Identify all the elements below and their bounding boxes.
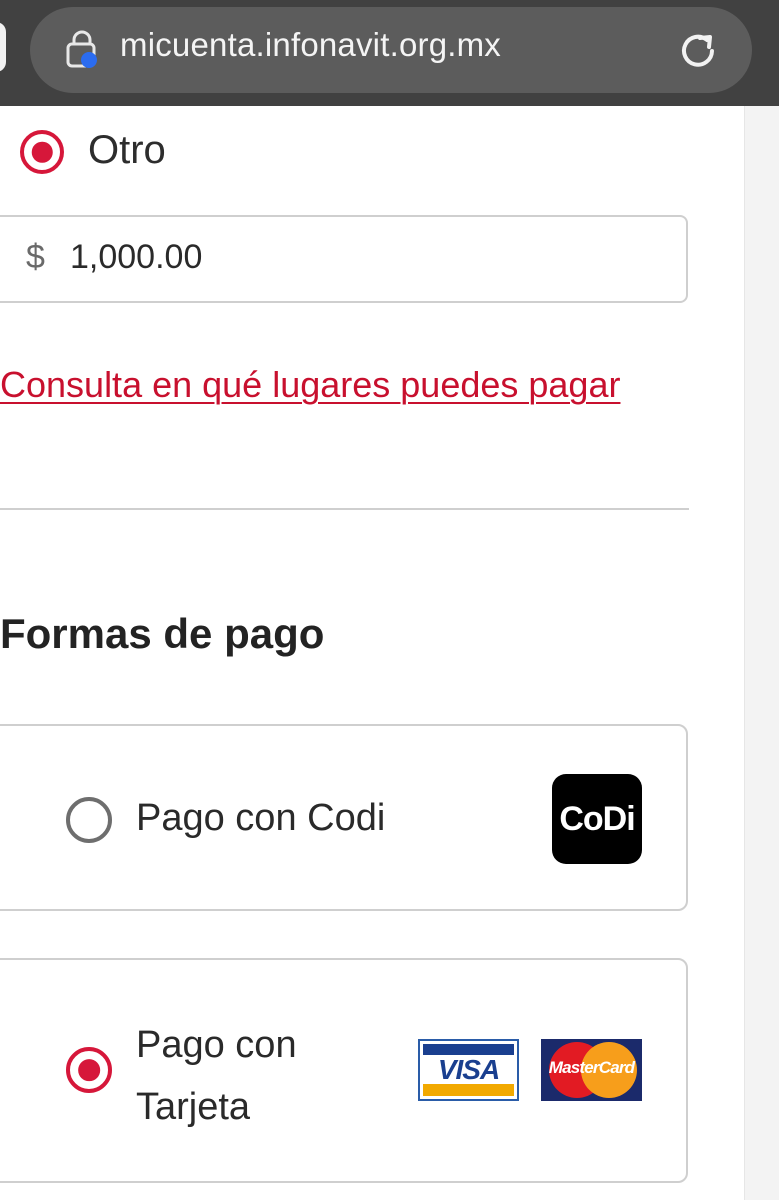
codi-option-label: Pago con Codi (136, 797, 386, 839)
previous-tab-edge[interactable] (0, 22, 6, 72)
currency-symbol: $ (26, 238, 45, 276)
reload-icon[interactable] (676, 29, 720, 73)
payment-places-link[interactable]: Consulta en qué lugares puedes pagar (0, 364, 620, 406)
codi-radio[interactable] (66, 797, 112, 843)
codi-logo: CoDi (552, 774, 642, 864)
card-option-label: Pago con Tarjeta (136, 1024, 297, 1128)
otro-label: Otro (88, 128, 166, 172)
mastercard-logo: MasterCard (541, 1039, 642, 1101)
otro-radio[interactable] (20, 130, 64, 174)
payment-methods-title: Formas de pago (0, 610, 325, 657)
browser-toolbar: micuenta.infonavit.org.mx (0, 0, 779, 106)
section-divider (0, 508, 689, 510)
card-radio[interactable] (66, 1047, 112, 1093)
scrollbar-track[interactable] (744, 106, 779, 1200)
url-text[interactable]: micuenta.infonavit.org.mx (120, 26, 501, 64)
visa-logo-text: VISA (437, 1054, 500, 1085)
lock-icon (64, 30, 100, 70)
mastercard-logo-text: MasterCard (548, 1058, 635, 1077)
amount-value[interactable]: 1,000.00 (70, 238, 202, 277)
codi-logo-text: CoDi (559, 800, 635, 838)
visa-logo: VISA (418, 1039, 519, 1101)
